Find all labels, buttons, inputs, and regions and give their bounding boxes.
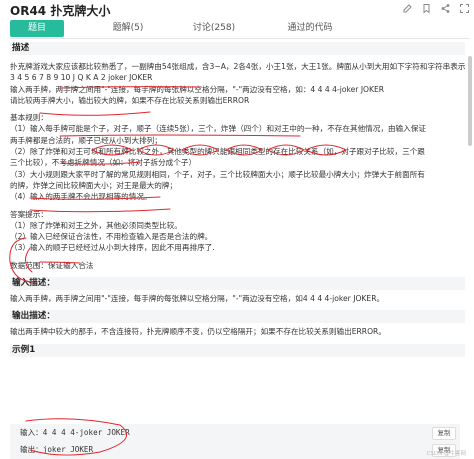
rule-line: （2）除了炸弹和对王可以和所有牌比较之外，其他类型的牌只能跟相同类型的存在比较关… <box>10 147 425 157</box>
input-heading: 输入描述： <box>10 277 465 291</box>
description-heading: 描述 <box>10 42 465 55</box>
output-description: 输出两手牌中较大的那手，不含连接符，扑克牌顺序不变，仍以空格隔开；如果不存在比较… <box>10 327 386 337</box>
rule-line: （4）输入的两手牌不会出现相等的情况。 <box>10 192 152 202</box>
copy-input-button[interactable]: 复制 <box>432 427 456 440</box>
fullscreen-icon[interactable] <box>459 3 470 14</box>
rule-line: 两手牌都是合法的，顺子已经从小到大排列； <box>10 135 162 145</box>
description-line: 请比较两手牌大小，输出较大的牌，如果不存在比较关系则输出ERROR <box>10 95 250 105</box>
bookmark-icon[interactable] <box>421 3 432 14</box>
rule-line: 的牌，炸弹之间比较牌面大小；对王是最大的牌； <box>10 180 178 190</box>
example-output-label: 输出： <box>20 445 43 454</box>
hint-line: （2）输入已经保证合法性，不用检查输入是否是合法的牌。 <box>10 232 213 242</box>
share-icon[interactable] <box>440 3 451 14</box>
example-output-value: joker JOKER <box>42 445 94 454</box>
problem-tabs: 题目 题解(5) 讨论(258) 通过的代码 <box>10 20 470 39</box>
tab-passed-code[interactable]: 通过的代码 <box>282 20 338 37</box>
hint-heading: 答案提示： <box>10 209 48 219</box>
hint-line: （1）除了炸弹和对王之外，其他必须同类型比较。 <box>10 220 182 230</box>
example-input-value: 4 4 4 4-joker JOKER <box>42 428 130 437</box>
description-line: 3 4 5 6 7 8 9 10 J Q K A 2 joker JOKER <box>10 73 153 83</box>
watermark: CSDN @牛客网 <box>426 451 466 457</box>
tab-discussion[interactable]: 讨论(258) <box>188 20 240 37</box>
description-line: 扑克牌游戏大家应该都比较熟悉了，一副牌由54张组成，含3~A，2各4张，小王1张… <box>10 62 465 71</box>
rules-heading: 基本规则： <box>10 113 48 123</box>
example-code-box: 输入：4 4 4 4-joker JOKER 复制 输出：joker JOKER… <box>10 424 460 459</box>
rule-line: 三个比较），不考虑拆牌情况（如：将对子拆分成个子） <box>10 158 197 168</box>
hint-line: （3）输入的顺子已经经过从小到大排序，因此不用再排序了. <box>10 243 215 253</box>
input-description: 输入两手牌，两手牌之间用"-"连接，每手牌的每张牌以空格分隔，"-"两边没有空格… <box>10 294 385 304</box>
problem-content: 描述 扑克牌游戏大家应该都比较熟悉了，一副牌由54张组成，含3~A，2各4张，小… <box>10 42 465 357</box>
example-input-label: 输入： <box>20 428 43 437</box>
header-toolbar <box>402 3 470 14</box>
scrollbar-thumb[interactable] <box>468 56 472 146</box>
problem-title: OR44 扑克牌大小 <box>10 4 111 18</box>
example-output-line: 输出：joker JOKER <box>20 444 93 455</box>
rule-line: （1）输入每手牌可能是个子，对子，顺子（连续5张），三个，炸弹（四个）和对王中的… <box>10 124 426 134</box>
problem-header: OR44 扑克牌大小 <box>0 0 474 20</box>
example-input-line: 输入：4 4 4 4-joker JOKER <box>20 427 130 438</box>
rule-line: （3）大小规则跟大家平时了解的常见规则相同，个子，对子，三个比较牌面大小；顺子比… <box>10 169 425 179</box>
tab-solutions[interactable]: 题解(5) <box>108 20 148 37</box>
output-heading: 输出描述： <box>10 310 465 324</box>
description-line: 输入两手牌，两手牌之间用"-"连接，每手牌的每张牌以空格分隔，"-"两边没有空格… <box>10 84 385 94</box>
data-range: 数据范围：保证输入合法 <box>10 260 94 270</box>
example-heading: 示例1 <box>10 343 465 357</box>
tab-problem[interactable]: 题目 <box>10 20 64 37</box>
edit-icon[interactable] <box>402 3 413 14</box>
